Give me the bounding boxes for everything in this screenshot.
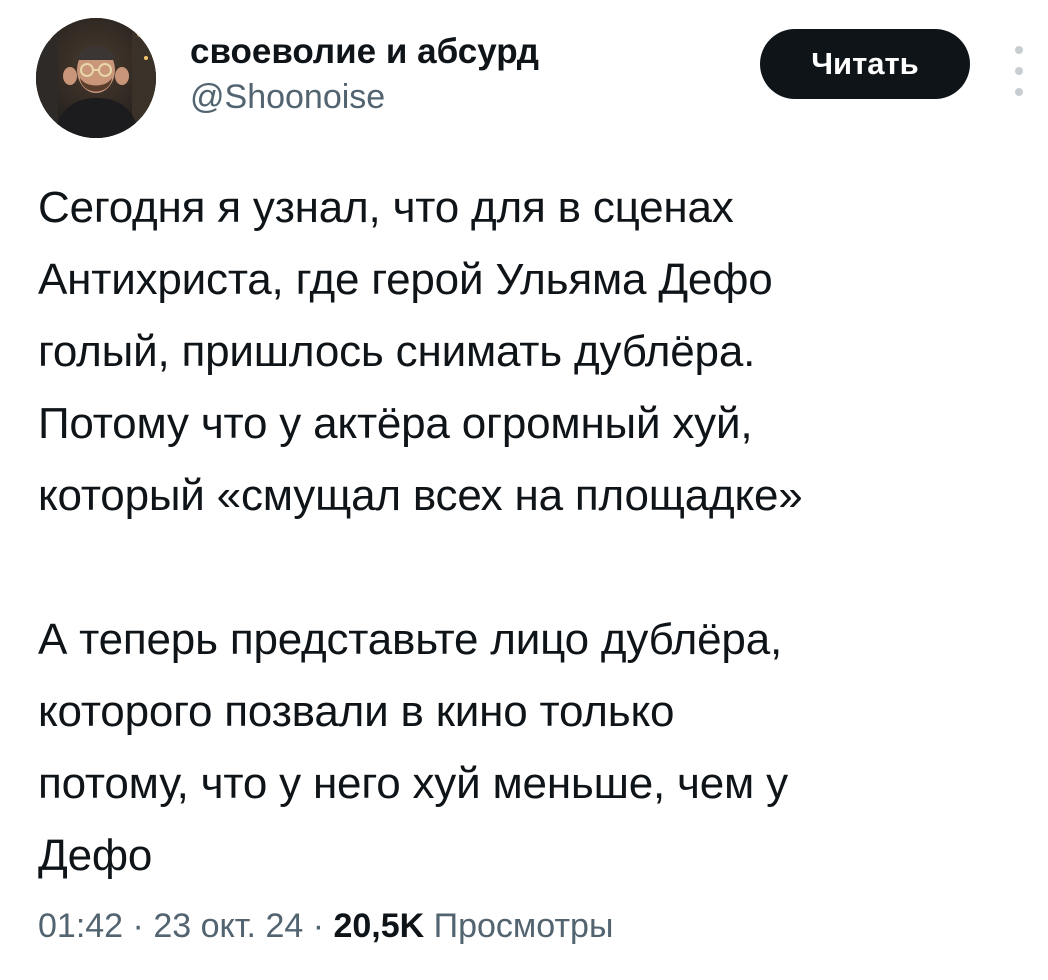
tweet-text-line: Сегодня я узнал, что для в сценах <box>38 183 734 232</box>
tweet-text-line: Антихриста, где герой Ульяма Дефо <box>38 255 773 304</box>
follow-button[interactable]: Читать <box>760 29 970 99</box>
avatar[interactable] <box>36 18 156 138</box>
tweet-text-line: потому, что у него хуй меньше, чем у <box>38 759 788 808</box>
tweet-header: своеволие и абсурд @Shoonoise Читать <box>36 18 1036 138</box>
author-display-name[interactable]: своеволие и абсурд <box>190 30 539 74</box>
tweet-text-line: которого позвали в кино только <box>38 687 675 736</box>
more-vertical-icon <box>1015 67 1023 75</box>
tweet-time[interactable]: 01:42 <box>38 907 123 945</box>
views-label: Просмотры <box>424 907 614 945</box>
author-names: своеволие и абсурд @Shoonoise <box>190 30 539 118</box>
views-count[interactable]: 20,5K <box>333 907 424 945</box>
tweet-text-line: который «смущал всех на площадке» <box>38 471 803 520</box>
more-vertical-icon <box>1015 46 1023 54</box>
tweet-text: Сегодня я узнал, что для в сценах Антихр… <box>38 172 1038 892</box>
tweet-paragraph: Сегодня я узнал, что для в сценах Антихр… <box>38 172 1038 532</box>
meta-separator: · <box>303 907 334 945</box>
tweet-paragraph: А теперь представьте лицо дублёра, котор… <box>38 604 1038 892</box>
tweet: своеволие и абсурд @Shoonoise Читать Сег… <box>0 0 1048 980</box>
tweet-text-line: А теперь представьте лицо дублёра, <box>38 615 782 664</box>
tweet-text-line: Потому что у актёра огромный хуй, <box>38 399 753 448</box>
more-options-button[interactable] <box>1004 46 1034 96</box>
meta-separator: · <box>123 907 154 945</box>
tweet-date[interactable]: 23 окт. 24 <box>153 907 303 945</box>
tweet-text-line: голый, пришлось снимать дублёра. <box>38 327 756 376</box>
user-avatar-photo-icon <box>36 18 156 138</box>
tweet-meta: 01:42 · 23 окт. 24 · 20,5K Просмотры <box>38 904 613 948</box>
more-vertical-icon <box>1015 88 1023 96</box>
author-handle[interactable]: @Shoonoise <box>190 76 539 118</box>
tweet-text-line: Дефо <box>38 831 153 880</box>
